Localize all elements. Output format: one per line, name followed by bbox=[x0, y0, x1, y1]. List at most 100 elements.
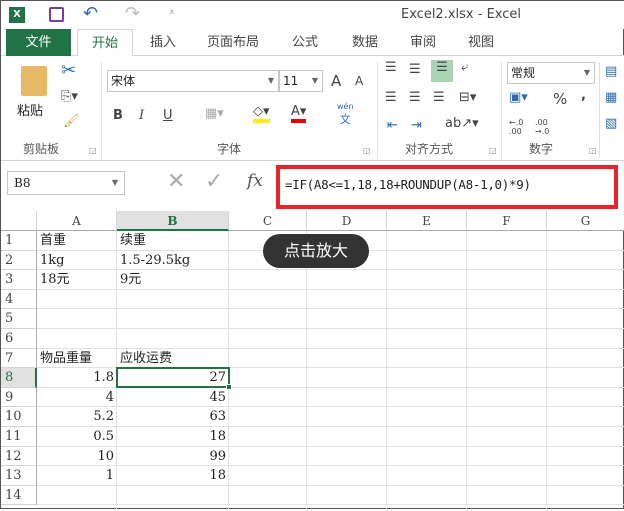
cell-b10[interactable]: 63 bbox=[117, 407, 229, 427]
cell-b4[interactable] bbox=[117, 290, 229, 310]
row-header-1[interactable]: 1 bbox=[1, 231, 37, 251]
tab-file[interactable]: 文件 bbox=[6, 29, 71, 56]
cell-a3[interactable]: 18元 bbox=[37, 270, 117, 290]
zoom-tooltip[interactable]: 点击放大 bbox=[263, 234, 369, 268]
cell-a5[interactable] bbox=[37, 309, 117, 329]
tab-page-layout[interactable]: 页面布局 bbox=[197, 29, 269, 56]
enter-icon[interactable]: ✓ bbox=[205, 169, 223, 194]
cell-b2[interactable]: 1.5-29.5kg bbox=[117, 251, 229, 271]
cell-a11[interactable]: 0.5 bbox=[37, 427, 117, 447]
name-box[interactable]: B8 ▼ bbox=[7, 171, 125, 195]
cell-a8[interactable]: 1.8 bbox=[37, 368, 117, 388]
fill-handle[interactable] bbox=[226, 384, 232, 390]
tab-data[interactable]: 数据 bbox=[341, 29, 389, 56]
cell-b7[interactable]: 应收运费 bbox=[117, 349, 229, 369]
cell-b14[interactable] bbox=[117, 486, 229, 506]
number-launcher-icon[interactable]: ◲ bbox=[589, 146, 597, 155]
cell-b13[interactable]: 18 bbox=[117, 466, 229, 486]
worksheet-grid[interactable]: ABCDEFG 1 首重 续重 2 1kg 1.5-29.5kg 3 18元 9元 4 5 6 7 物品重… bbox=[1, 211, 624, 511]
tab-home[interactable]: 开始 bbox=[77, 29, 133, 57]
row-header-12[interactable]: 12 bbox=[1, 446, 37, 467]
cell-styles-icon[interactable]: ▧ bbox=[605, 116, 617, 131]
active-cell-b8[interactable] bbox=[116, 367, 230, 388]
cell-b12[interactable]: 99 bbox=[117, 447, 229, 467]
cell-a12[interactable]: 10 bbox=[37, 447, 117, 467]
number-format-select[interactable]: 常规 ▼ bbox=[507, 62, 595, 84]
cell-a14[interactable] bbox=[37, 486, 117, 506]
percent-button[interactable]: % bbox=[553, 90, 567, 108]
redo-icon[interactable]: ↷ bbox=[125, 3, 140, 24]
clipboard-launcher-icon[interactable]: ◲ bbox=[89, 146, 97, 155]
column-header-f[interactable]: F bbox=[467, 211, 547, 231]
tab-insert[interactable]: 插入 bbox=[139, 29, 187, 56]
cancel-icon[interactable]: ✕ bbox=[167, 169, 185, 194]
tab-formulas[interactable]: 公式 bbox=[281, 29, 329, 56]
align-right-button[interactable]: ☰ bbox=[433, 90, 445, 105]
row-header-7[interactable]: 7 bbox=[1, 348, 37, 369]
column-header-g[interactable]: G bbox=[547, 211, 624, 231]
font-size-select[interactable]: 11 ▼ bbox=[279, 70, 323, 92]
row-header-8[interactable]: 8 bbox=[1, 368, 37, 388]
font-color-button[interactable]: A▾ bbox=[291, 104, 307, 123]
cell-b5[interactable] bbox=[117, 309, 229, 329]
cell-a9[interactable]: 4 bbox=[37, 388, 117, 408]
font-launcher-icon[interactable]: ◲ bbox=[363, 146, 371, 155]
decrease-decimal-button[interactable]: .00 →.0 bbox=[535, 118, 557, 136]
row-header-5[interactable]: 5 bbox=[1, 309, 37, 329]
column-header-d[interactable]: D bbox=[307, 211, 387, 231]
cell-a7[interactable]: 物品重量 bbox=[37, 349, 117, 369]
fill-color-button[interactable]: ◇▾ bbox=[253, 104, 270, 123]
cell-a1[interactable]: 首重 bbox=[37, 231, 117, 251]
font-name-select[interactable]: 宋体 ▼ bbox=[107, 70, 279, 92]
row-header-6[interactable]: 6 bbox=[1, 329, 37, 349]
format-painter-icon[interactable]: 🖌 bbox=[63, 114, 80, 129]
align-bottom-button[interactable]: ☰ bbox=[431, 60, 453, 82]
cell-a6[interactable] bbox=[37, 329, 117, 349]
phonetic-button[interactable]: wén 文 bbox=[337, 102, 354, 127]
format-as-table-icon[interactable]: ▦ bbox=[605, 90, 617, 105]
tab-view[interactable]: 视图 bbox=[457, 29, 505, 56]
column-header-b[interactable]: B bbox=[117, 211, 229, 231]
cell-a13[interactable]: 1 bbox=[37, 466, 117, 486]
border-button[interactable]: ▦▾ bbox=[205, 106, 224, 121]
undo-icon[interactable]: ↶ bbox=[83, 3, 98, 24]
cell-b3[interactable]: 9元 bbox=[117, 270, 229, 290]
conditional-format-icon[interactable]: ▤ bbox=[605, 64, 617, 79]
align-top-button[interactable]: ☰ bbox=[385, 60, 397, 75]
cell-a4[interactable] bbox=[37, 290, 117, 310]
align-left-button[interactable]: ☰ bbox=[385, 90, 397, 105]
cell-a2[interactable]: 1kg bbox=[37, 251, 117, 271]
cell-b6[interactable] bbox=[117, 329, 229, 349]
italic-button[interactable]: I bbox=[139, 108, 144, 123]
row-header-13[interactable]: 13 bbox=[1, 466, 37, 486]
cell-b9[interactable]: 45 bbox=[117, 388, 229, 408]
wrap-text-button[interactable]: ⤶ bbox=[461, 60, 468, 75]
increase-indent-button[interactable]: ⇥ bbox=[411, 118, 422, 133]
cell-b1[interactable]: 续重 bbox=[117, 231, 229, 251]
save-icon[interactable] bbox=[49, 7, 64, 22]
column-header-a[interactable]: A bbox=[37, 211, 117, 231]
accounting-format-button[interactable]: ▣▾ bbox=[509, 90, 528, 105]
shrink-font-button[interactable]: A bbox=[355, 74, 363, 88]
align-center-button[interactable]: ☰ bbox=[409, 90, 421, 105]
decrease-indent-button[interactable]: ⇤ bbox=[387, 118, 398, 133]
align-middle-button[interactable]: ☰ bbox=[409, 62, 421, 77]
row-header-9[interactable]: 9 bbox=[1, 387, 37, 408]
row-header-3[interactable]: 3 bbox=[1, 270, 37, 290]
row-header-2[interactable]: 2 bbox=[1, 250, 37, 271]
copy-icon[interactable]: ⎘▾ bbox=[61, 89, 78, 104]
cell-b11[interactable]: 18 bbox=[117, 427, 229, 447]
underline-button[interactable]: U bbox=[163, 108, 173, 123]
merge-center-button[interactable]: ⊟▾ bbox=[459, 90, 476, 105]
increase-decimal-button[interactable]: ←.0 .00 bbox=[509, 118, 529, 136]
column-header-c[interactable]: C bbox=[229, 211, 307, 231]
tab-review[interactable]: 审阅 bbox=[399, 29, 447, 56]
alignment-launcher-icon[interactable]: ◲ bbox=[489, 146, 497, 155]
insert-function-button[interactable]: fx bbox=[247, 171, 263, 191]
row-header-10[interactable]: 10 bbox=[1, 407, 37, 427]
paste-button[interactable]: 粘贴 bbox=[17, 66, 53, 136]
select-all-corner[interactable] bbox=[1, 211, 37, 231]
cell-a10[interactable]: 5.2 bbox=[37, 407, 117, 427]
customize-qat-icon[interactable]: ⩡ bbox=[169, 7, 175, 18]
row-header-4[interactable]: 4 bbox=[1, 289, 37, 310]
